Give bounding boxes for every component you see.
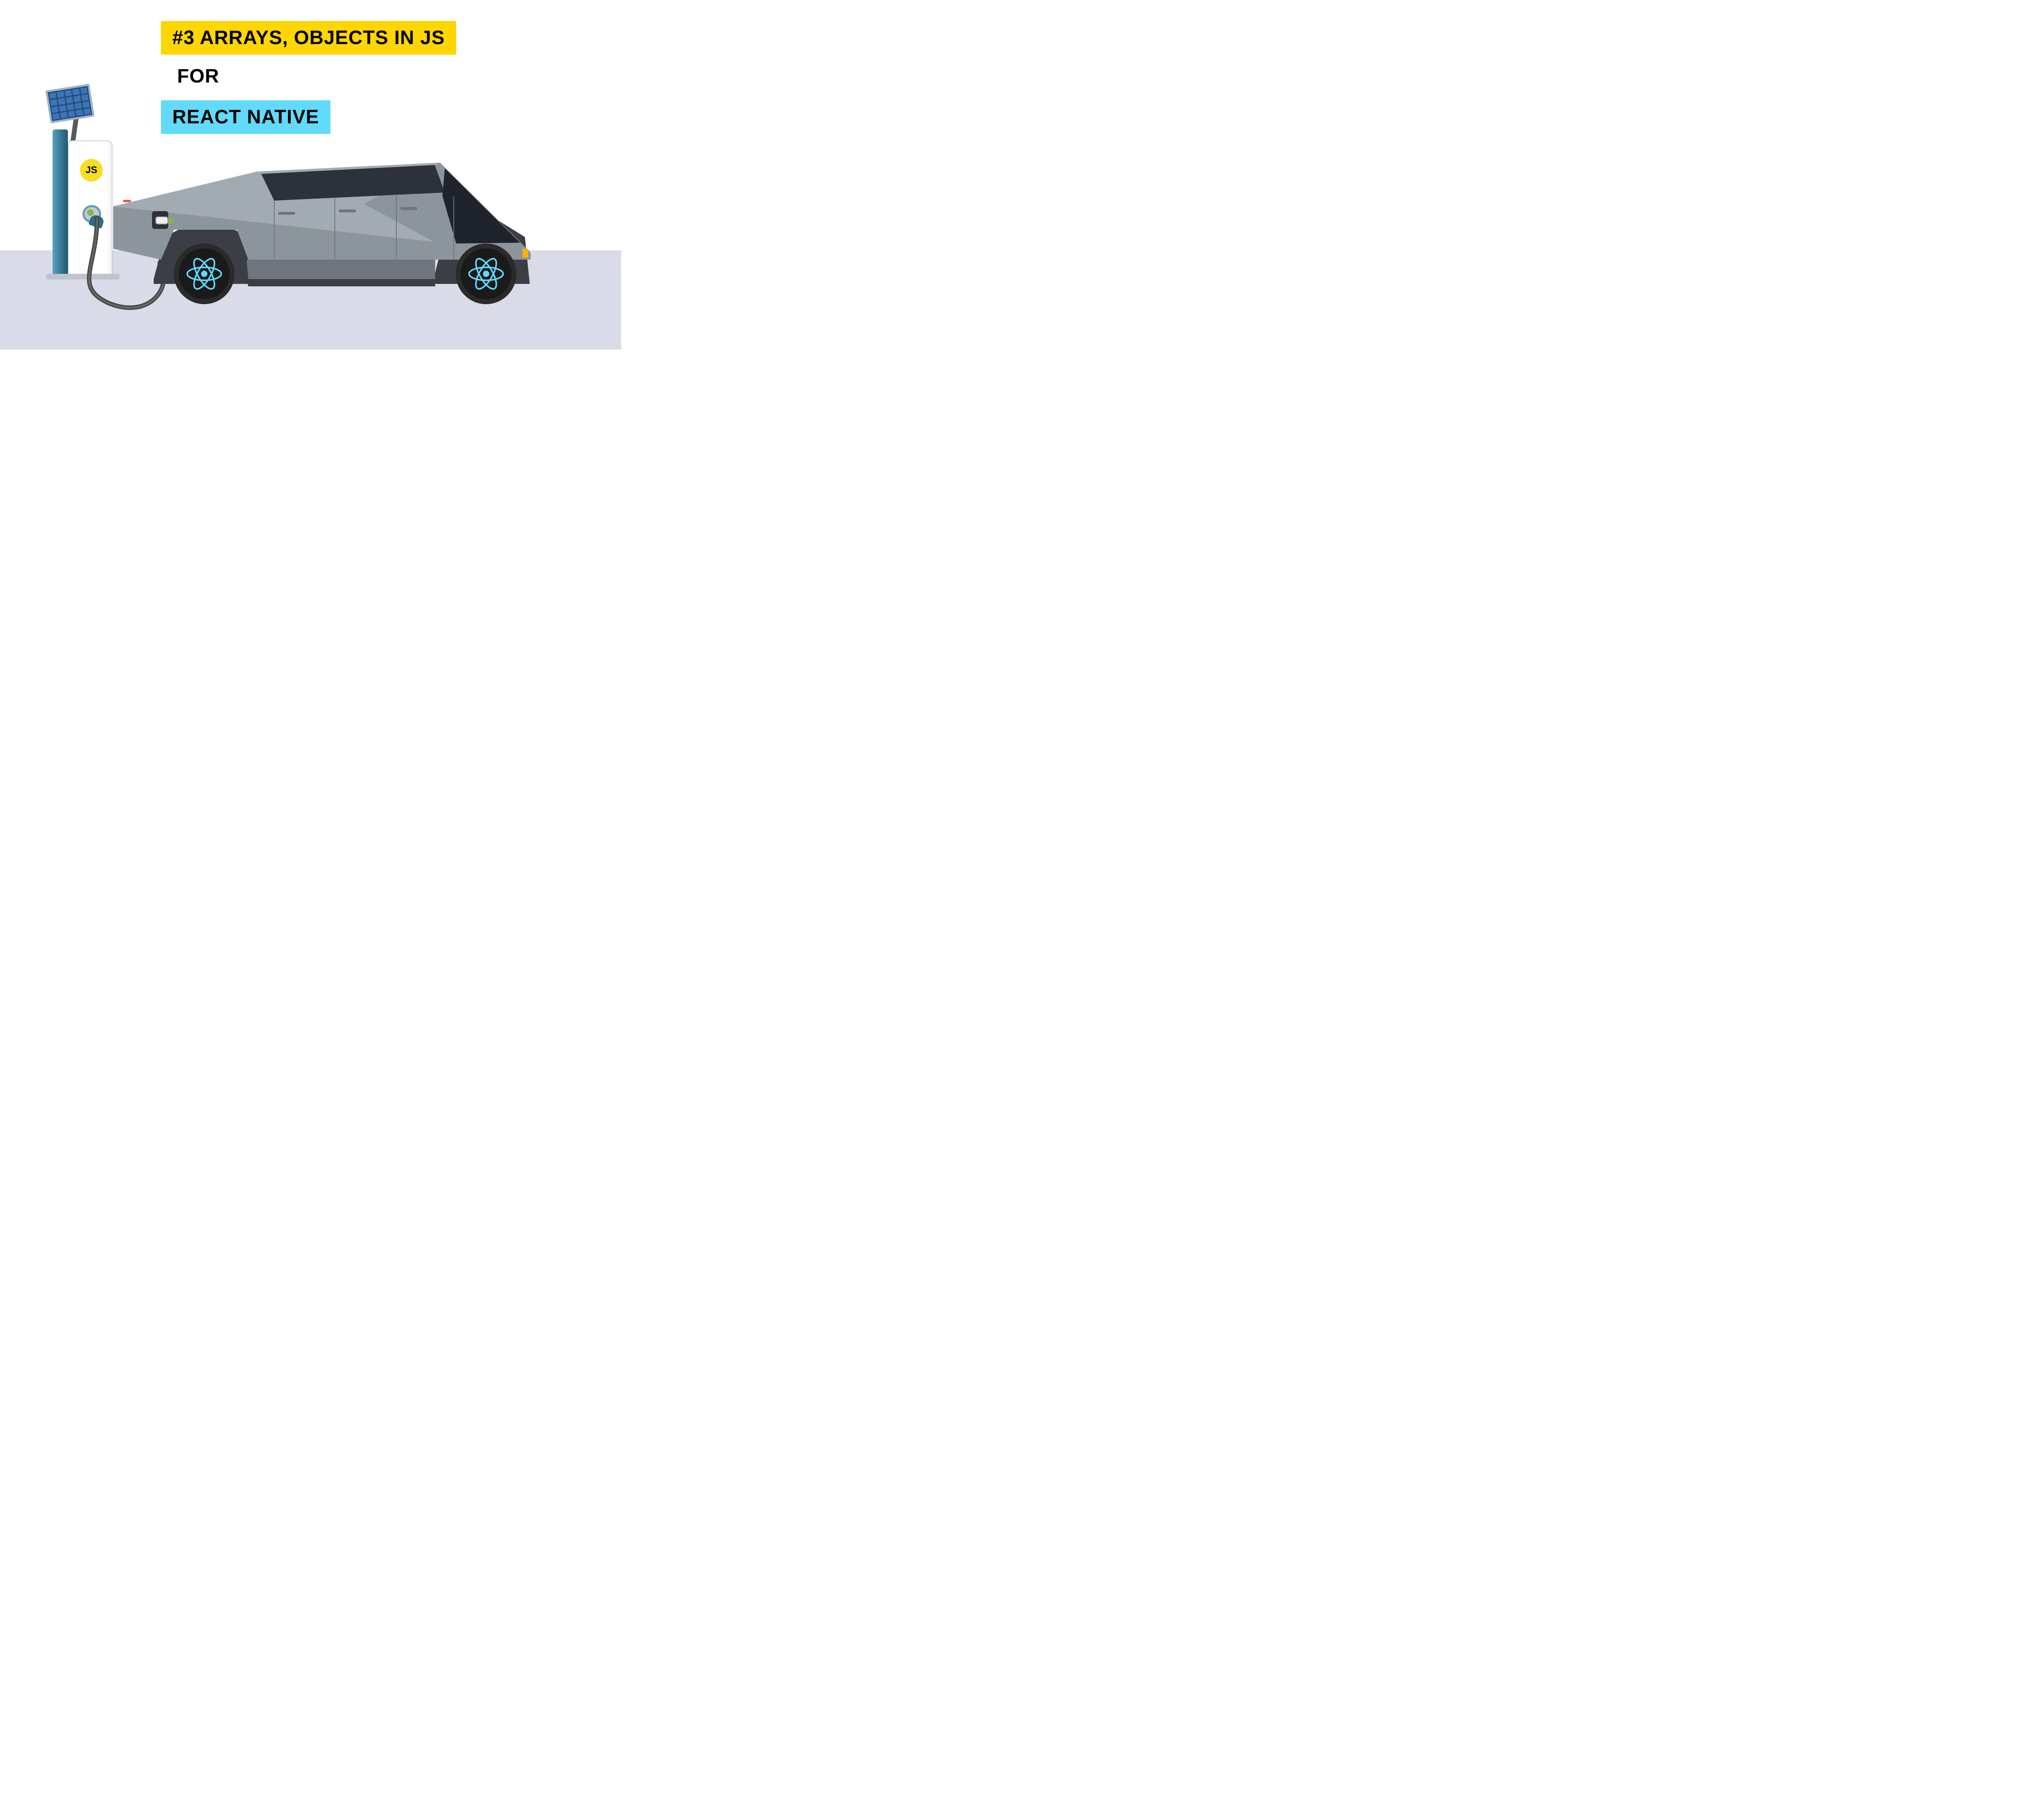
charging-station: JS: [49, 91, 117, 277]
charger-base: [46, 274, 120, 279]
react-logo-icon: [468, 256, 504, 292]
rear-wheel: [456, 243, 516, 304]
react-logo-icon: [186, 256, 222, 292]
js-logo-text: JS: [85, 165, 97, 176]
js-logo-icon: JS: [80, 159, 103, 182]
title-block: #3 ARRAYS, OBJECTS IN JS FOR REACT NATIV…: [161, 21, 456, 134]
solar-panel: [45, 84, 94, 123]
title-line-1: #3 ARRAYS, OBJECTS IN JS: [161, 21, 456, 55]
charger-post: [53, 129, 68, 275]
tail-light: [522, 249, 528, 258]
front-wheel: [174, 243, 235, 304]
title-line-2: FOR: [166, 62, 456, 91]
car-charge-plug: [155, 216, 171, 229]
front-marker-light: [123, 200, 131, 202]
charger-plug-socket: [82, 205, 101, 223]
cybertruck-car: [113, 158, 538, 324]
title-line-3: REACT NATIVE: [161, 100, 330, 134]
